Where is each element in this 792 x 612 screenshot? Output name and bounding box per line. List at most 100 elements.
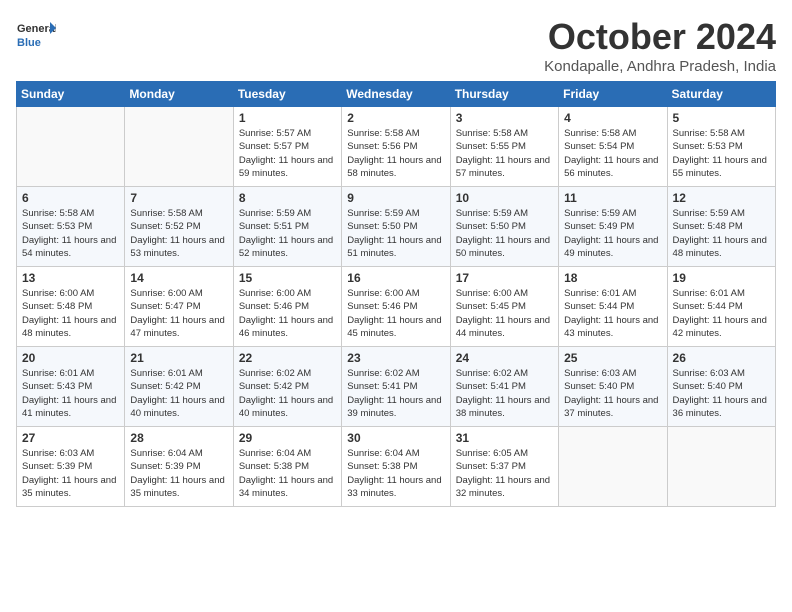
calendar-cell: 5Sunrise: 5:58 AMSunset: 5:53 PMDaylight… [667, 107, 775, 187]
day-info: Sunrise: 5:59 AMSunset: 5:51 PMDaylight:… [239, 207, 336, 260]
calendar-week-row: 27 Sunrise: 6:03 AMSunset: 5:39 PMDayligh… [17, 427, 776, 507]
calendar-cell: 22 Sunrise: 6:02 AMSunset: 5:42 PMDayligh… [233, 347, 341, 427]
calendar-week-row: 1 Sunrise: 5:57 AMSunset: 5:57 PMDaylight… [17, 107, 776, 187]
day-info: Sunrise: 5:59 AMSunset: 5:50 PMDaylight:… [456, 207, 553, 260]
day-number: 30 [347, 431, 444, 445]
calendar-cell [559, 427, 667, 507]
header-wednesday: Wednesday [342, 82, 450, 107]
day-number: 9 [347, 191, 444, 205]
calendar-cell: 14 Sunrise: 6:00 AMSunset: 5:47 PMDayligh… [125, 267, 233, 347]
day-number: 14 [130, 271, 227, 285]
day-number: 20 [22, 351, 119, 365]
day-number: 7 [130, 191, 227, 205]
calendar-cell: 28 Sunrise: 6:04 AMSunset: 5:39 PMDayligh… [125, 427, 233, 507]
day-number: 26 [673, 351, 770, 365]
day-info: Sunrise: 6:03 AMSunset: 5:40 PMDaylight:… [673, 367, 770, 420]
calendar-cell: 13 Sunrise: 6:00 AMSunset: 5:48 PMDayligh… [17, 267, 125, 347]
day-info: Sunrise: 5:58 AMSunset: 5:54 PMDaylight:… [564, 127, 661, 180]
day-number: 23 [347, 351, 444, 365]
day-info: Sunrise: 6:05 AMSunset: 5:37 PMDaylight:… [456, 447, 553, 500]
calendar-cell: 31 Sunrise: 6:05 AMSunset: 5:37 PMDayligh… [450, 427, 558, 507]
calendar-cell: 6Sunrise: 5:58 AMSunset: 5:53 PMDaylight… [17, 187, 125, 267]
header-tuesday: Tuesday [233, 82, 341, 107]
day-info: Sunrise: 6:04 AMSunset: 5:38 PMDaylight:… [347, 447, 444, 500]
calendar-cell: 4 Sunrise: 5:58 AMSunset: 5:54 PMDaylight… [559, 107, 667, 187]
day-info: Sunrise: 6:00 AMSunset: 5:46 PMDaylight:… [239, 287, 336, 340]
location-subtitle: Kondapalle, Andhra Pradesh, India [544, 58, 776, 75]
day-info: Sunrise: 6:00 AMSunset: 5:47 PMDaylight:… [130, 287, 227, 340]
calendar-cell: 15Sunrise: 6:00 AMSunset: 5:46 PMDayligh… [233, 267, 341, 347]
day-info: Sunrise: 5:59 AMSunset: 5:49 PMDaylight:… [564, 207, 661, 260]
calendar-cell [667, 427, 775, 507]
day-number: 27 [22, 431, 119, 445]
day-number: 13 [22, 271, 119, 285]
svg-text:Blue: Blue [17, 37, 41, 49]
day-info: Sunrise: 5:59 AMSunset: 5:48 PMDaylight:… [673, 207, 770, 260]
calendar-cell: 18Sunrise: 6:01 AMSunset: 5:44 PMDayligh… [559, 267, 667, 347]
calendar-cell: 10 Sunrise: 5:59 AMSunset: 5:50 PMDayligh… [450, 187, 558, 267]
calendar-cell: 2 Sunrise: 5:58 AMSunset: 5:56 PMDaylight… [342, 107, 450, 187]
day-info: Sunrise: 5:58 AMSunset: 5:53 PMDaylight:… [22, 207, 119, 260]
day-number: 8 [239, 191, 336, 205]
calendar-cell: 30 Sunrise: 6:04 AMSunset: 5:38 PMDayligh… [342, 427, 450, 507]
calendar-cell: 11 Sunrise: 5:59 AMSunset: 5:49 PMDayligh… [559, 187, 667, 267]
calendar-cell: 29 Sunrise: 6:04 AMSunset: 5:38 PMDayligh… [233, 427, 341, 507]
day-number: 4 [564, 111, 661, 125]
day-info: Sunrise: 5:58 AMSunset: 5:56 PMDaylight:… [347, 127, 444, 180]
day-info: Sunrise: 6:04 AMSunset: 5:39 PMDaylight:… [130, 447, 227, 500]
day-info: Sunrise: 6:00 AMSunset: 5:46 PMDaylight:… [347, 287, 444, 340]
calendar-cell: 25Sunrise: 6:03 AMSunset: 5:40 PMDayligh… [559, 347, 667, 427]
calendar-cell: 17Sunrise: 6:00 AMSunset: 5:45 PMDayligh… [450, 267, 558, 347]
day-info: Sunrise: 5:58 AMSunset: 5:52 PMDaylight:… [130, 207, 227, 260]
day-number: 11 [564, 191, 661, 205]
calendar-week-row: 20Sunrise: 6:01 AMSunset: 5:43 PMDayligh… [17, 347, 776, 427]
day-info: Sunrise: 6:01 AMSunset: 5:44 PMDaylight:… [673, 287, 770, 340]
calendar-cell: 21 Sunrise: 6:01 AMSunset: 5:42 PMDayligh… [125, 347, 233, 427]
calendar-cell: 23Sunrise: 6:02 AMSunset: 5:41 PMDayligh… [342, 347, 450, 427]
day-info: Sunrise: 6:02 AMSunset: 5:42 PMDaylight:… [239, 367, 336, 420]
day-number: 1 [239, 111, 336, 125]
day-number: 2 [347, 111, 444, 125]
day-number: 25 [564, 351, 661, 365]
day-number: 12 [673, 191, 770, 205]
day-info: Sunrise: 5:58 AMSunset: 5:55 PMDaylight:… [456, 127, 553, 180]
day-info: Sunrise: 5:59 AMSunset: 5:50 PMDaylight:… [347, 207, 444, 260]
calendar-cell: 26 Sunrise: 6:03 AMSunset: 5:40 PMDayligh… [667, 347, 775, 427]
day-number: 31 [456, 431, 553, 445]
day-info: Sunrise: 5:58 AMSunset: 5:53 PMDaylight:… [673, 127, 770, 180]
calendar-cell: 16 Sunrise: 6:00 AMSunset: 5:46 PMDayligh… [342, 267, 450, 347]
logo: General Blue [16, 16, 56, 56]
calendar-cell: 1 Sunrise: 5:57 AMSunset: 5:57 PMDaylight… [233, 107, 341, 187]
calendar-cell [17, 107, 125, 187]
day-number: 22 [239, 351, 336, 365]
day-info: Sunrise: 6:00 AMSunset: 5:48 PMDaylight:… [22, 287, 119, 340]
calendar-cell: 20Sunrise: 6:01 AMSunset: 5:43 PMDayligh… [17, 347, 125, 427]
day-number: 29 [239, 431, 336, 445]
calendar-week-row: 6Sunrise: 5:58 AMSunset: 5:53 PMDaylight… [17, 187, 776, 267]
day-number: 16 [347, 271, 444, 285]
day-number: 17 [456, 271, 553, 285]
day-number: 24 [456, 351, 553, 365]
day-number: 10 [456, 191, 553, 205]
calendar-cell: 8 Sunrise: 5:59 AMSunset: 5:51 PMDaylight… [233, 187, 341, 267]
day-number: 21 [130, 351, 227, 365]
day-info: Sunrise: 6:01 AMSunset: 5:42 PMDaylight:… [130, 367, 227, 420]
calendar-week-row: 13 Sunrise: 6:00 AMSunset: 5:48 PMDayligh… [17, 267, 776, 347]
calendar-table: SundayMondayTuesdayWednesdayThursdayFrid… [16, 81, 776, 507]
day-info: Sunrise: 5:57 AMSunset: 5:57 PMDaylight:… [239, 127, 336, 180]
calendar-cell [125, 107, 233, 187]
day-info: Sunrise: 6:01 AMSunset: 5:44 PMDaylight:… [564, 287, 661, 340]
month-year-title: October 2024 [544, 16, 776, 58]
header-monday: Monday [125, 82, 233, 107]
page-header: General Blue October 2024 Kondapalle, An… [16, 16, 776, 75]
calendar-cell: 27 Sunrise: 6:03 AMSunset: 5:39 PMDayligh… [17, 427, 125, 507]
day-info: Sunrise: 6:04 AMSunset: 5:38 PMDaylight:… [239, 447, 336, 500]
title-block: October 2024 Kondapalle, Andhra Pradesh,… [544, 16, 776, 75]
header-sunday: Sunday [17, 82, 125, 107]
day-number: 3 [456, 111, 553, 125]
calendar-cell: 24 Sunrise: 6:02 AMSunset: 5:41 PMDayligh… [450, 347, 558, 427]
day-number: 28 [130, 431, 227, 445]
day-info: Sunrise: 6:03 AMSunset: 5:39 PMDaylight:… [22, 447, 119, 500]
day-info: Sunrise: 6:02 AMSunset: 5:41 PMDaylight:… [456, 367, 553, 420]
header-thursday: Thursday [450, 82, 558, 107]
